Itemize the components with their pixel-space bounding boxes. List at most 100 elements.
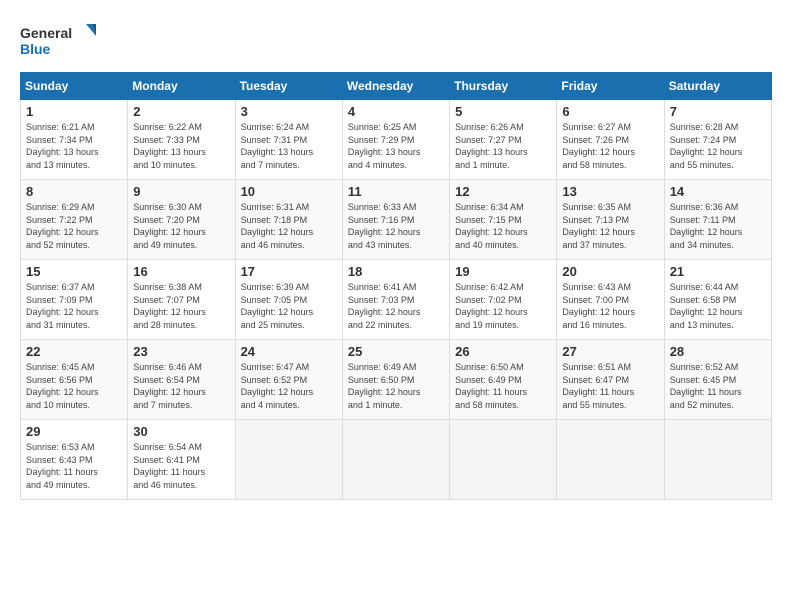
day-header-sunday: Sunday [21,73,128,100]
calendar-table: SundayMondayTuesdayWednesdayThursdayFrid… [20,72,772,500]
day-info: Sunrise: 6:37 AM Sunset: 7:09 PM Dayligh… [26,281,122,331]
calendar-cell: 9 Sunrise: 6:30 AM Sunset: 7:20 PM Daylig… [128,180,235,260]
day-number: 15 [26,264,122,279]
day-info: Sunrise: 6:26 AM Sunset: 7:27 PM Dayligh… [455,121,551,171]
day-info: Sunrise: 6:27 AM Sunset: 7:26 PM Dayligh… [562,121,658,171]
day-number: 20 [562,264,658,279]
day-number: 3 [241,104,337,119]
calendar-cell: 4Sunrise: 6:25 AM Sunset: 7:29 PM Daylig… [342,100,449,180]
day-number: 1 [26,104,122,119]
day-number: 23 [133,344,229,359]
day-number: 28 [670,344,766,359]
day-number: 9 [133,184,229,199]
day-info: Sunrise: 6:46 AM Sunset: 6:54 PM Dayligh… [133,361,229,411]
day-number: 12 [455,184,551,199]
day-number: 16 [133,264,229,279]
day-info: Sunrise: 6:53 AM Sunset: 6:43 PM Dayligh… [26,441,122,491]
day-info: Sunrise: 6:29 AM Sunset: 7:22 PM Dayligh… [26,201,122,251]
day-number: 24 [241,344,337,359]
calendar-cell: 24 Sunrise: 6:47 AM Sunset: 6:52 PM Dayli… [235,340,342,420]
day-info: Sunrise: 6:47 AM Sunset: 6:52 PM Dayligh… [241,361,337,411]
day-info: Sunrise: 6:21 AM Sunset: 7:34 PM Dayligh… [26,121,122,171]
calendar-cell: 11Sunrise: 6:33 AM Sunset: 7:16 PM Dayli… [342,180,449,260]
day-info: Sunrise: 6:35 AM Sunset: 7:13 PM Dayligh… [562,201,658,251]
day-number: 8 [26,184,122,199]
calendar-cell: 23 Sunrise: 6:46 AM Sunset: 6:54 PM Dayli… [128,340,235,420]
day-number: 2 [133,104,229,119]
day-number: 29 [26,424,122,439]
calendar-week-2: 8 Sunrise: 6:29 AM Sunset: 7:22 PM Daylig… [21,180,772,260]
day-info: Sunrise: 6:31 AM Sunset: 7:18 PM Dayligh… [241,201,337,251]
calendar-cell: 30Sunrise: 6:54 AM Sunset: 6:41 PM Dayli… [128,420,235,500]
calendar-cell: 5 Sunrise: 6:26 AM Sunset: 7:27 PM Daylig… [450,100,557,180]
calendar-cell: 21 Sunrise: 6:44 AM Sunset: 6:58 PM Dayli… [664,260,771,340]
day-header-monday: Monday [128,73,235,100]
page-header: General Blue [20,20,772,62]
calendar-cell: 10 Sunrise: 6:31 AM Sunset: 7:18 PM Dayli… [235,180,342,260]
calendar-week-1: 1 Sunrise: 6:21 AM Sunset: 7:34 PM Daylig… [21,100,772,180]
day-number: 22 [26,344,122,359]
calendar-cell: 12 Sunrise: 6:34 AM Sunset: 7:15 PM Dayli… [450,180,557,260]
day-number: 17 [241,264,337,279]
day-number: 26 [455,344,551,359]
day-info: Sunrise: 6:33 AM Sunset: 7:16 PM Dayligh… [348,201,444,251]
day-info: Sunrise: 6:39 AM Sunset: 7:05 PM Dayligh… [241,281,337,331]
day-number: 21 [670,264,766,279]
day-header-friday: Friday [557,73,664,100]
day-info: Sunrise: 6:51 AM Sunset: 6:47 PM Dayligh… [562,361,658,411]
day-number: 5 [455,104,551,119]
day-info: Sunrise: 6:36 AM Sunset: 7:11 PM Dayligh… [670,201,766,251]
calendar-cell: 26 Sunrise: 6:50 AM Sunset: 6:49 PM Dayli… [450,340,557,420]
svg-text:General: General [20,25,72,41]
day-number: 10 [241,184,337,199]
logo: General Blue [20,20,100,62]
day-info: Sunrise: 6:50 AM Sunset: 6:49 PM Dayligh… [455,361,551,411]
calendar-cell: 28 Sunrise: 6:52 AM Sunset: 6:45 PM Dayli… [664,340,771,420]
day-info: Sunrise: 6:42 AM Sunset: 7:02 PM Dayligh… [455,281,551,331]
day-number: 14 [670,184,766,199]
calendar-cell: 27 Sunrise: 6:51 AM Sunset: 6:47 PM Dayli… [557,340,664,420]
calendar-cell [235,420,342,500]
day-number: 25 [348,344,444,359]
calendar-cell: 20 Sunrise: 6:43 AM Sunset: 7:00 PM Dayli… [557,260,664,340]
calendar-cell: 14 Sunrise: 6:36 AM Sunset: 7:11 PM Dayli… [664,180,771,260]
calendar-cell: 13 Sunrise: 6:35 AM Sunset: 7:13 PM Dayli… [557,180,664,260]
day-info: Sunrise: 6:25 AM Sunset: 7:29 PM Dayligh… [348,121,444,171]
calendar-cell: 18Sunrise: 6:41 AM Sunset: 7:03 PM Dayli… [342,260,449,340]
day-number: 7 [670,104,766,119]
calendar-cell [557,420,664,500]
calendar-cell [342,420,449,500]
day-info: Sunrise: 6:45 AM Sunset: 6:56 PM Dayligh… [26,361,122,411]
calendar-cell [664,420,771,500]
calendar-cell: 25 Sunrise: 6:49 AM Sunset: 6:50 PM Dayli… [342,340,449,420]
calendar-cell: 29 Sunrise: 6:53 AM Sunset: 6:43 PM Dayli… [21,420,128,500]
calendar-header-row: SundayMondayTuesdayWednesdayThursdayFrid… [21,73,772,100]
day-info: Sunrise: 6:43 AM Sunset: 7:00 PM Dayligh… [562,281,658,331]
calendar-cell: 16Sunrise: 6:38 AM Sunset: 7:07 PM Dayli… [128,260,235,340]
day-info: Sunrise: 6:54 AM Sunset: 6:41 PM Dayligh… [133,441,229,491]
day-header-tuesday: Tuesday [235,73,342,100]
day-header-saturday: Saturday [664,73,771,100]
calendar-cell: 2 Sunrise: 6:22 AM Sunset: 7:33 PM Daylig… [128,100,235,180]
day-info: Sunrise: 6:30 AM Sunset: 7:20 PM Dayligh… [133,201,229,251]
day-info: Sunrise: 6:41 AM Sunset: 7:03 PM Dayligh… [348,281,444,331]
day-info: Sunrise: 6:49 AM Sunset: 6:50 PM Dayligh… [348,361,444,411]
day-info: Sunrise: 6:52 AM Sunset: 6:45 PM Dayligh… [670,361,766,411]
day-number: 6 [562,104,658,119]
calendar-cell: 19Sunrise: 6:42 AM Sunset: 7:02 PM Dayli… [450,260,557,340]
calendar-cell: 8 Sunrise: 6:29 AM Sunset: 7:22 PM Daylig… [21,180,128,260]
calendar-cell: 3Sunrise: 6:24 AM Sunset: 7:31 PM Daylig… [235,100,342,180]
day-info: Sunrise: 6:34 AM Sunset: 7:15 PM Dayligh… [455,201,551,251]
svg-text:Blue: Blue [20,41,51,57]
logo-svg: General Blue [20,20,100,62]
day-header-thursday: Thursday [450,73,557,100]
calendar-week-5: 29 Sunrise: 6:53 AM Sunset: 6:43 PM Dayli… [21,420,772,500]
calendar-week-3: 15 Sunrise: 6:37 AM Sunset: 7:09 PM Dayli… [21,260,772,340]
calendar-cell: 1 Sunrise: 6:21 AM Sunset: 7:34 PM Daylig… [21,100,128,180]
day-number: 13 [562,184,658,199]
day-number: 27 [562,344,658,359]
calendar-week-4: 22 Sunrise: 6:45 AM Sunset: 6:56 PM Dayli… [21,340,772,420]
day-info: Sunrise: 6:28 AM Sunset: 7:24 PM Dayligh… [670,121,766,171]
day-info: Sunrise: 6:44 AM Sunset: 6:58 PM Dayligh… [670,281,766,331]
day-info: Sunrise: 6:22 AM Sunset: 7:33 PM Dayligh… [133,121,229,171]
